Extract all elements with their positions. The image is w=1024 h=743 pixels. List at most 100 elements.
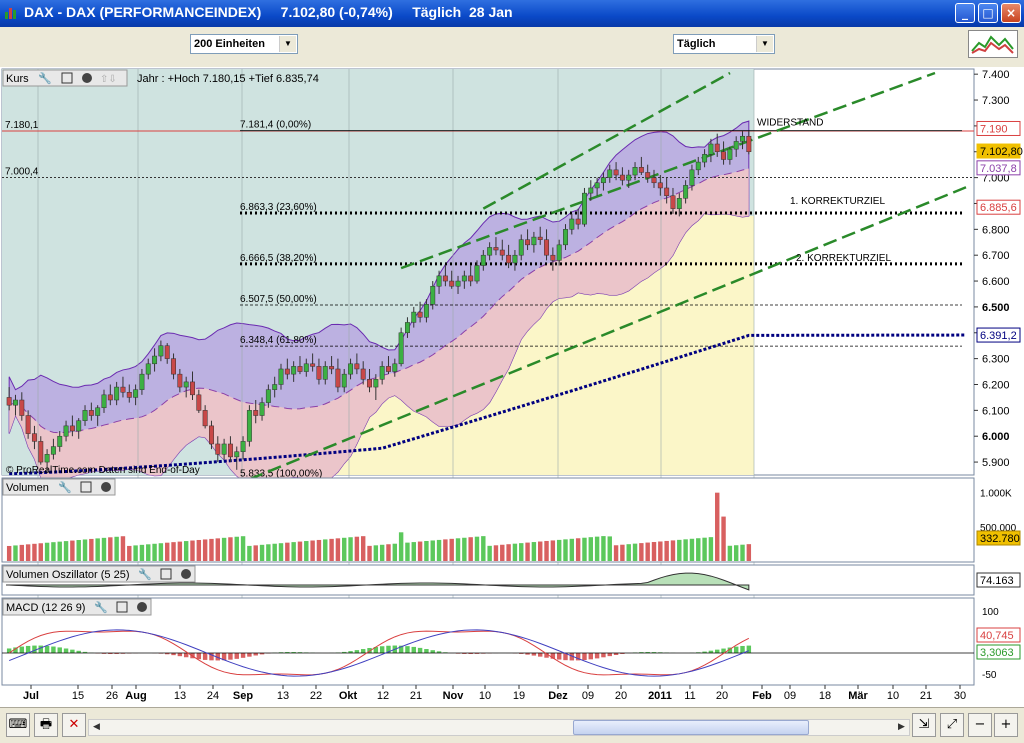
candle-body	[443, 276, 447, 281]
horizontal-scrollbar[interactable]: ◀ ▶	[88, 719, 910, 736]
wrench-icon[interactable]: 🔧	[94, 600, 108, 614]
watermark: © ProRealTime.com Daten sind End-of-Day	[6, 465, 200, 476]
candle-body	[355, 364, 359, 369]
volume-bar	[190, 541, 194, 561]
volume-bar	[272, 544, 276, 561]
minimize-button[interactable]: _	[955, 3, 975, 23]
x-tick-label: Okt	[339, 690, 358, 702]
chevron-down-icon: ▼	[756, 36, 773, 52]
right-value-label: 7.190	[980, 123, 1008, 135]
move-up-icon[interactable]: ⇧⇩	[100, 74, 117, 85]
chart-area[interactable]: 7.181,4 (0,00%)6.863,3 (23,60%)6.666,5 (…	[0, 67, 1024, 707]
x-tick-label: Sep	[233, 690, 253, 702]
wrench-icon[interactable]: 🔧	[58, 480, 72, 494]
close-panel-icon[interactable]	[181, 569, 191, 579]
volume-bar	[443, 539, 447, 561]
zoom-out-icon[interactable]: −	[968, 713, 992, 737]
volume-bar	[348, 537, 352, 561]
candle-body	[285, 369, 289, 374]
candle-body	[721, 152, 725, 160]
candle-body	[279, 369, 283, 385]
wrench-icon[interactable]: 🔧	[138, 567, 152, 581]
y-tick-label: 7.300	[982, 95, 1010, 107]
candle-body	[519, 240, 523, 256]
candle-body	[677, 198, 681, 208]
candle-body	[108, 395, 112, 400]
candle-body	[323, 366, 327, 379]
period-select-value: 200 Einheiten	[194, 38, 265, 50]
macd-histogram-bar	[228, 653, 232, 660]
candle-body	[506, 255, 510, 263]
scroll-right-icon[interactable]: ▶	[894, 720, 909, 735]
volume-bar	[418, 542, 422, 561]
measure-icon[interactable]: ⇲	[912, 713, 936, 737]
close-button[interactable]: ×	[1001, 3, 1021, 23]
macd-histogram-bar	[424, 649, 428, 653]
volume-bar	[26, 544, 30, 561]
macd-histogram-bar	[589, 653, 593, 659]
period-select[interactable]: 200 Einheiten ▼	[190, 34, 298, 54]
zoom-in-icon[interactable]: +	[994, 713, 1018, 737]
close-panel-icon[interactable]	[82, 73, 92, 83]
candle-body	[342, 374, 346, 387]
candle-body	[133, 390, 137, 398]
macd-histogram-bar	[405, 646, 409, 653]
macd-histogram-bar	[380, 646, 384, 653]
scroll-thumb[interactable]	[573, 720, 809, 735]
x-tick-label: 13	[277, 690, 289, 702]
keyboard-icon[interactable]: ⌨	[6, 713, 30, 737]
crosshair-off-icon[interactable]: ✕	[62, 713, 86, 737]
volume-bar	[437, 540, 441, 561]
volume-bar	[740, 545, 744, 561]
candle-body	[165, 346, 169, 359]
left-level-label: 7.000,4	[5, 167, 39, 178]
candle-body	[437, 276, 441, 286]
maximize-button[interactable]: □	[978, 3, 998, 23]
print-icon[interactable]: 🖶	[34, 713, 58, 737]
volume-bar	[576, 538, 580, 561]
indicator-button[interactable]	[968, 30, 1018, 58]
interval-select[interactable]: Täglich ▼	[673, 34, 775, 54]
y-tick-label: 6.100	[982, 405, 1010, 417]
x-tick-label: 30	[954, 690, 966, 702]
x-tick-label: 11	[684, 690, 695, 702]
volume-panel-title: Volumen	[6, 482, 49, 494]
volume-bar	[13, 545, 17, 561]
volume-bar	[39, 543, 43, 561]
candle-body	[51, 447, 55, 455]
candle-body	[367, 379, 371, 387]
candle-body	[563, 229, 567, 245]
chart-indicator-icon	[969, 31, 1017, 57]
x-tick-label: 2011	[648, 690, 672, 702]
x-tick-label: 10	[887, 690, 899, 702]
y-tick-label: 6.700	[982, 250, 1010, 262]
scroll-left-icon[interactable]: ◀	[89, 720, 104, 735]
zoom-fit-icon[interactable]: ⤢	[940, 713, 964, 737]
candle-body	[664, 188, 668, 196]
candle-body	[538, 237, 542, 240]
volume-bar	[89, 539, 93, 561]
macd-histogram-bar	[235, 653, 239, 659]
candle-body	[418, 312, 422, 317]
candle-body	[310, 364, 314, 367]
candle-body	[235, 452, 239, 457]
volume-bar	[709, 537, 713, 561]
volume-bar	[500, 545, 504, 561]
macd-histogram-bar	[51, 647, 55, 653]
price-chart[interactable]: 7.181,4 (0,00%)6.863,3 (23,60%)6.666,5 (…	[0, 67, 1024, 707]
volume-bar	[601, 536, 605, 561]
x-tick-label: Jul	[23, 690, 39, 702]
close-panel-icon[interactable]	[137, 602, 147, 612]
close-panel-icon[interactable]	[101, 482, 111, 492]
x-tick-label: 18	[819, 690, 831, 702]
macd-last-label: 40,745	[980, 630, 1014, 642]
interval-select-value: Täglich	[677, 38, 716, 50]
volume-bar	[595, 537, 599, 561]
candle-body	[203, 410, 207, 426]
candle-body	[551, 255, 555, 260]
x-tick-label: 15	[72, 690, 84, 702]
wrench-icon[interactable]: 🔧	[38, 71, 52, 85]
x-tick-label: 13	[174, 690, 186, 702]
candle-body	[601, 178, 605, 183]
candle-body	[620, 175, 624, 180]
